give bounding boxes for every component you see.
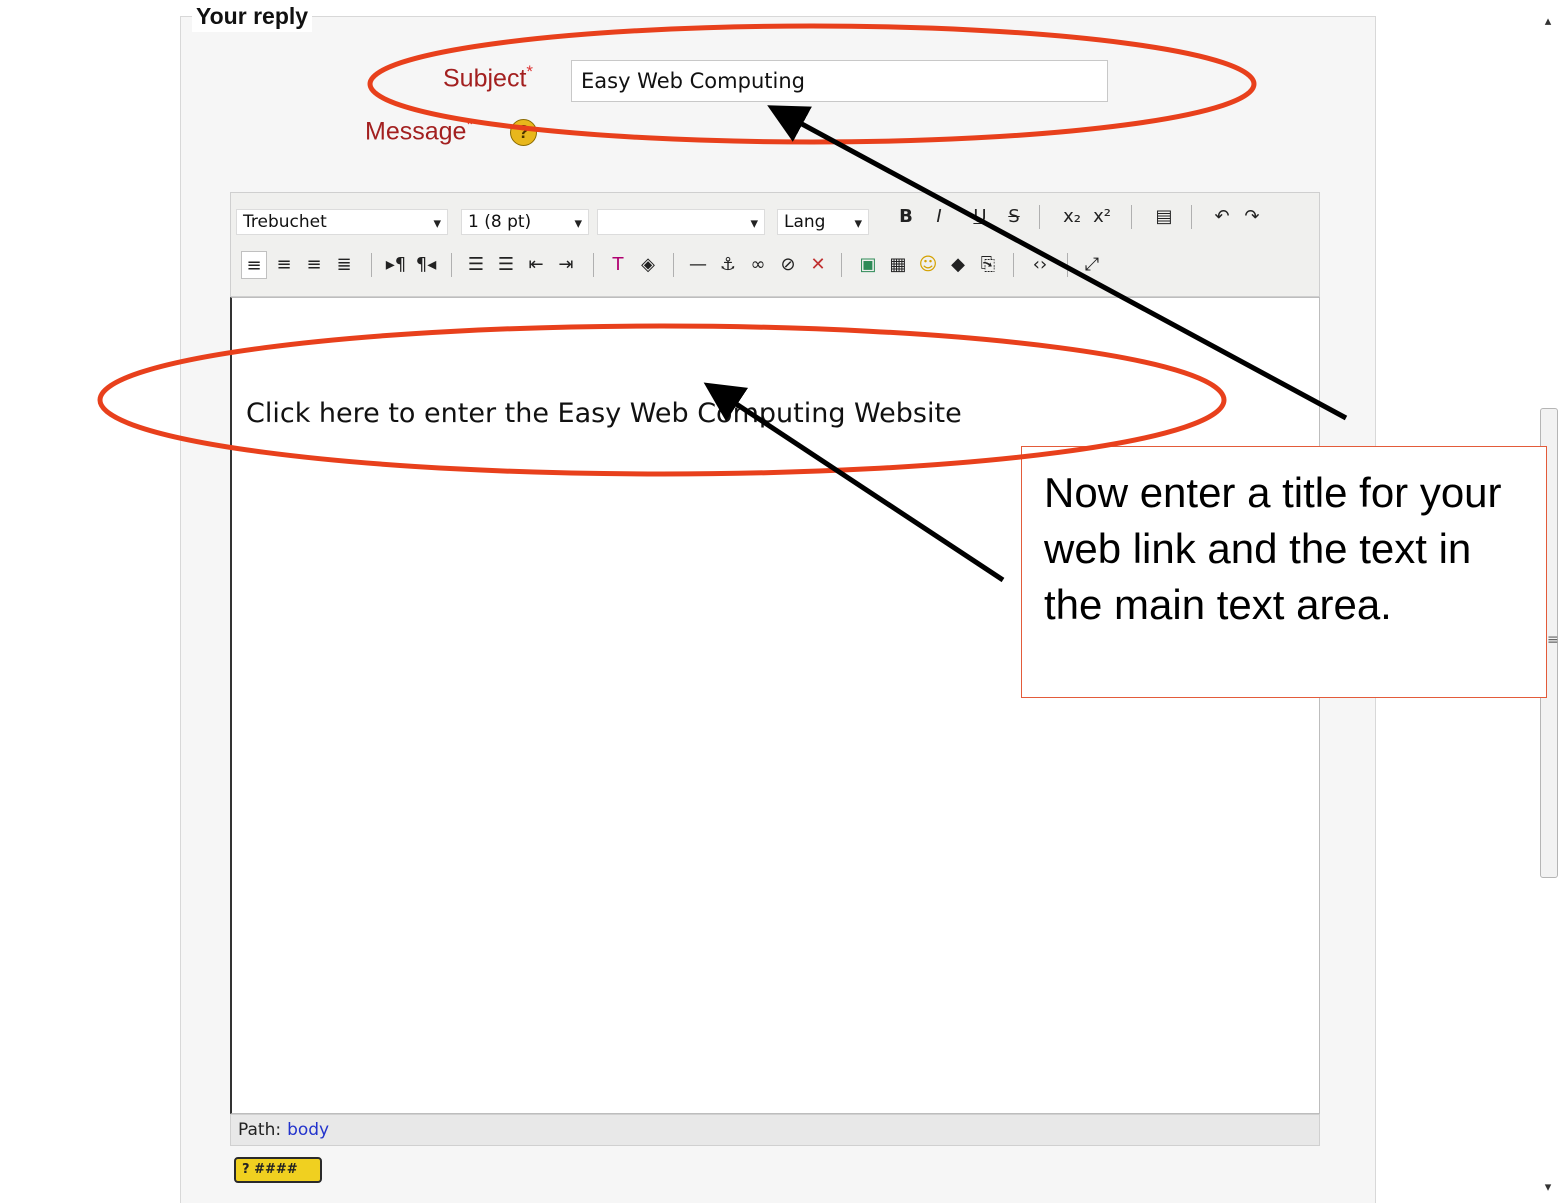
- toolbar-separator: [1013, 253, 1014, 277]
- align-center-button[interactable]: ≡: [271, 251, 297, 279]
- smiley-button[interactable]: ☺: [915, 251, 941, 279]
- align-justify-button[interactable]: ≣: [331, 251, 357, 279]
- chevron-down-icon: ▾: [750, 214, 758, 232]
- scrollbar-grip-icon: ≡: [1547, 632, 1558, 648]
- toolbar-separator: [1039, 205, 1040, 229]
- toolbar-separator: [1191, 205, 1192, 229]
- redo-button[interactable]: ↷: [1239, 203, 1265, 231]
- bold-button[interactable]: B: [893, 203, 919, 231]
- editor-statusbar: Path: body: [230, 1114, 1320, 1146]
- table-button[interactable]: ▦: [885, 251, 911, 279]
- scroll-down-arrow[interactable]: ▾: [1538, 1180, 1558, 1200]
- chevron-down-icon: ▾: [433, 214, 441, 232]
- undo-button[interactable]: ↶: [1209, 203, 1235, 231]
- anchor-button[interactable]: ⚓: [715, 251, 741, 279]
- instruction-callout: Now enter a title for your web link and …: [1021, 446, 1547, 698]
- image-button[interactable]: ▣: [855, 251, 881, 279]
- font-size-select[interactable]: 1 (8 pt) ▾: [461, 209, 589, 235]
- align-left-button[interactable]: ≡: [241, 251, 267, 279]
- unordered-list-button[interactable]: ☰: [493, 251, 519, 279]
- special-char-button[interactable]: ◆: [945, 251, 971, 279]
- toolbar-separator: [371, 253, 372, 277]
- superscript-button[interactable]: x²: [1089, 203, 1115, 231]
- nolink-button[interactable]: ✕: [805, 251, 831, 279]
- subject-label-text: Subject: [443, 64, 527, 93]
- subscript-button[interactable]: x₂: [1059, 203, 1085, 231]
- editor-content[interactable]: Click here to enter the Easy Web Computi…: [246, 398, 962, 429]
- path-label: Path:: [238, 1120, 282, 1140]
- bg-color-button[interactable]: ◈: [635, 251, 661, 279]
- required-mark: *: [466, 115, 474, 134]
- outdent-button[interactable]: ⇤: [523, 251, 549, 279]
- font-family-value: Trebuchet: [243, 212, 327, 232]
- callout-text: Now enter a title for your web link and …: [1044, 469, 1502, 628]
- scroll-up-arrow[interactable]: ▴: [1538, 14, 1558, 34]
- indent-button[interactable]: ⇥: [553, 251, 579, 279]
- toolbar-separator: [1067, 253, 1068, 277]
- paste-word-button[interactable]: ▤: [1151, 203, 1177, 231]
- keyboard-help-button[interactable]: ? ####: [234, 1157, 322, 1183]
- font-size-value: 1 (8 pt): [468, 212, 532, 232]
- ordered-list-button[interactable]: ☰: [463, 251, 489, 279]
- text-color-button[interactable]: T: [605, 251, 631, 279]
- italic-button[interactable]: I: [926, 203, 952, 231]
- underline-button[interactable]: U: [967, 203, 993, 231]
- chevron-down-icon: ▾: [574, 214, 582, 232]
- lang-value: Lang: [784, 212, 826, 232]
- horizontal-rule-button[interactable]: —: [685, 251, 711, 279]
- search-replace-button[interactable]: ⎘: [975, 251, 1001, 279]
- lang-select[interactable]: Lang ▾: [777, 209, 869, 235]
- toolbar-separator: [841, 253, 842, 277]
- subject-label: Subject*: [443, 62, 533, 93]
- fieldset-legend: Your reply: [192, 0, 313, 32]
- subject-input[interactable]: [571, 60, 1108, 102]
- align-right-button[interactable]: ≡: [301, 251, 327, 279]
- link-button[interactable]: ∞: [745, 251, 771, 279]
- message-label-text: Message: [365, 117, 467, 146]
- editor-toolbar: Trebuchet ▾ 1 (8 pt) ▾ ▾ Lang ▾ B I U Sx₂ x²…: [230, 192, 1320, 297]
- chevron-down-icon: ▾: [854, 214, 862, 232]
- message-label: Message*: [365, 115, 473, 146]
- toolbar-separator: [673, 253, 674, 277]
- style-select[interactable]: ▾: [597, 209, 765, 235]
- ltr-button[interactable]: ▸¶: [383, 251, 409, 279]
- path-body-link[interactable]: body: [287, 1120, 329, 1140]
- toolbar-separator: [451, 253, 452, 277]
- html-source-button[interactable]: ‹›: [1027, 251, 1053, 279]
- toolbar-separator: [1131, 205, 1132, 229]
- strikethrough-button[interactable]: S: [1001, 203, 1027, 231]
- rtl-button[interactable]: ¶◂: [413, 251, 439, 279]
- help-icon[interactable]: ?: [510, 119, 537, 146]
- unlink-button[interactable]: ⊘: [775, 251, 801, 279]
- required-mark: *: [526, 62, 534, 81]
- toolbar-separator: [593, 253, 594, 277]
- font-family-select[interactable]: Trebuchet ▾: [236, 209, 448, 235]
- fullscreen-button[interactable]: ⤢: [1079, 251, 1105, 279]
